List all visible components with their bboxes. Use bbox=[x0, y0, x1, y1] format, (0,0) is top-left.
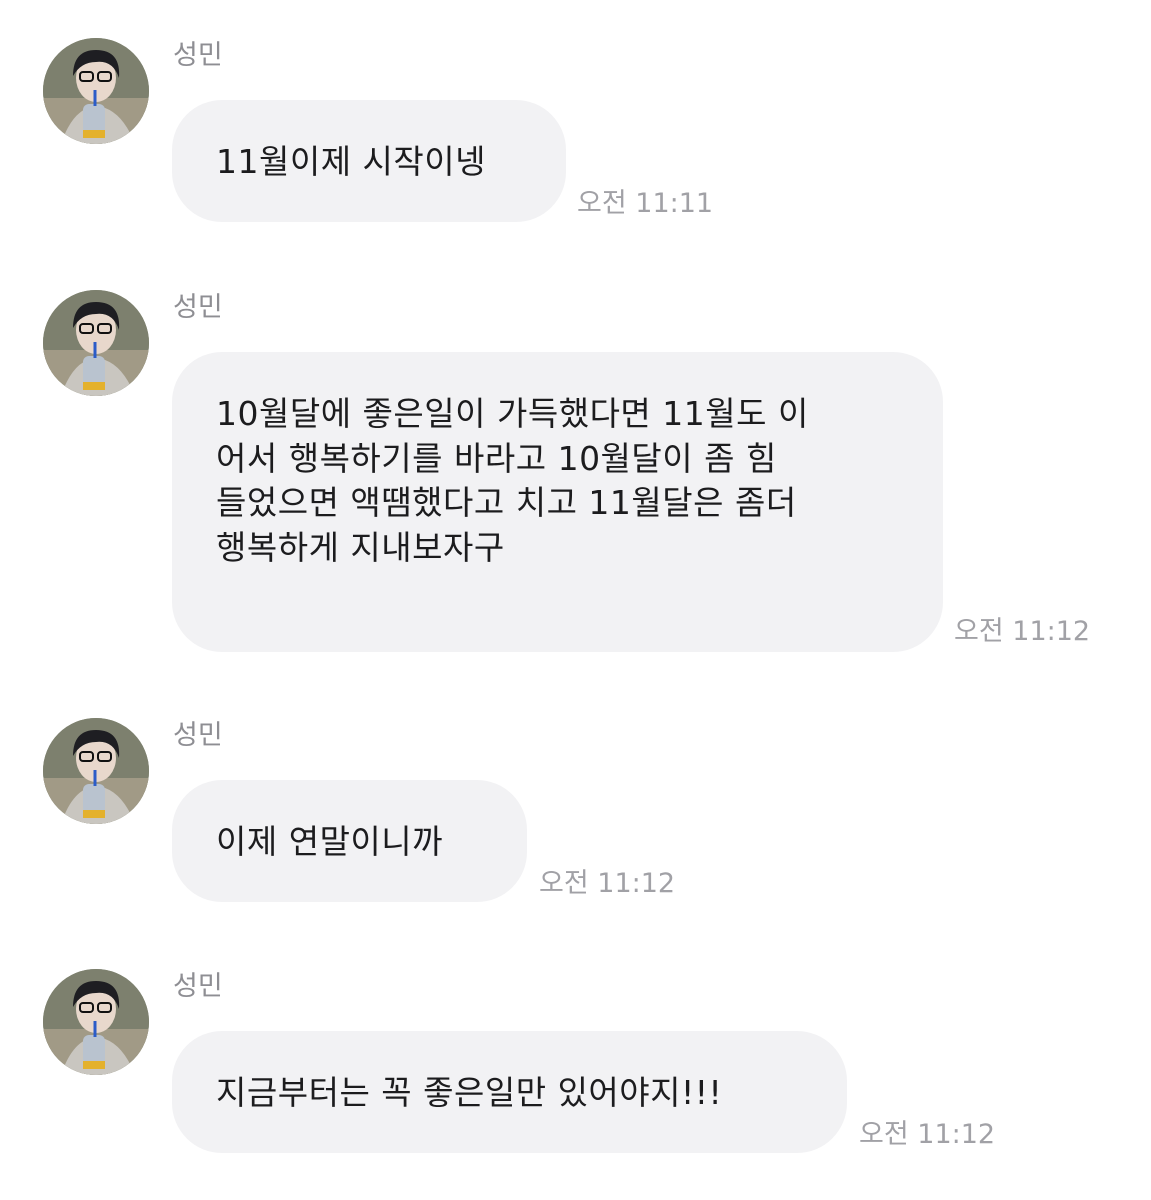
message-bubble[interactable]: 10월달에 좋은일이 가득했다면 11월도 이 어서 행복하기를 바라고 10월… bbox=[172, 352, 943, 652]
message-bubble[interactable]: 11월이제 시작이넹 bbox=[172, 100, 566, 222]
message-timestamp: 오전 11:12 bbox=[859, 1119, 996, 1150]
profile-photo-icon[interactable] bbox=[43, 969, 149, 1075]
profile-photo-icon[interactable] bbox=[43, 38, 149, 144]
sender-name: 성민 bbox=[173, 971, 223, 1002]
chat-thread: 성민 11월이제 시작이넹 오전 11:11 성민 10월달에 좋은일이 가득했… bbox=[0, 0, 1151, 1200]
message-bubble[interactable]: 지금부터는 꼭 좋은일만 있어야지!!! bbox=[172, 1031, 847, 1153]
sender-name: 성민 bbox=[173, 40, 223, 71]
sender-name: 성민 bbox=[173, 292, 223, 323]
sender-name: 성민 bbox=[173, 720, 223, 751]
message-timestamp: 오전 11:11 bbox=[577, 188, 714, 219]
profile-photo-icon[interactable] bbox=[43, 290, 149, 396]
message-timestamp: 오전 11:12 bbox=[539, 868, 676, 899]
profile-photo-icon[interactable] bbox=[43, 718, 149, 824]
message-timestamp: 오전 11:12 bbox=[954, 616, 1091, 647]
message-bubble[interactable]: 이제 연말이니까 bbox=[172, 780, 527, 902]
